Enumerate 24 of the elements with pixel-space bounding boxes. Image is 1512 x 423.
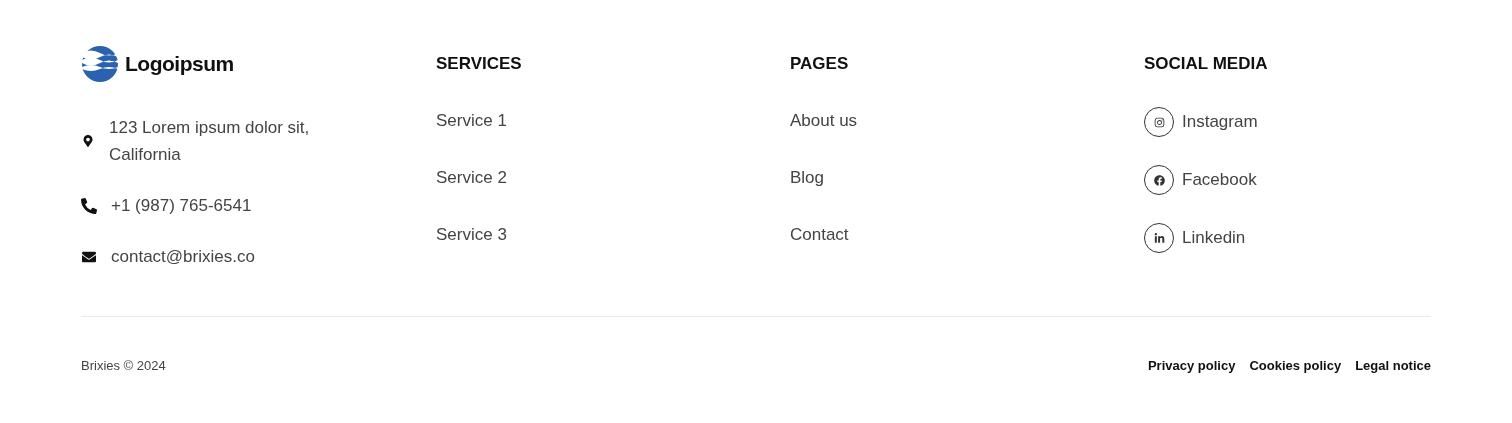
copyright-text: Brixies © 2024 bbox=[81, 357, 166, 373]
footer-link[interactable]: Service 1 bbox=[436, 107, 507, 134]
envelope-icon bbox=[81, 249, 97, 264]
footer-link[interactable]: Blog bbox=[790, 164, 825, 191]
legal-link[interactable]: Legal notice bbox=[1355, 357, 1431, 373]
footer-link[interactable]: Service 2 bbox=[436, 164, 507, 191]
social-link[interactable]: Instagram bbox=[1182, 112, 1258, 132]
social-link[interactable]: Linkedin bbox=[1182, 228, 1246, 248]
logo-wordmark: Logoipsum bbox=[125, 52, 234, 76]
legal-link[interactable]: Cookies policy bbox=[1249, 357, 1342, 373]
footer-link[interactable]: About us bbox=[790, 107, 858, 134]
legal-link[interactable]: Privacy policy bbox=[1147, 357, 1236, 373]
column-heading: SOCIAL MEDIA bbox=[1144, 53, 1269, 75]
contact-text: 123 Lorem ipsum dolor sit, California bbox=[109, 117, 311, 166]
footer-link[interactable]: Contact bbox=[790, 221, 849, 248]
column-heading: SERVICES bbox=[436, 53, 523, 75]
logo-icon bbox=[81, 45, 119, 83]
location-pin-icon bbox=[81, 135, 95, 147]
column-heading: PAGES bbox=[790, 53, 850, 75]
social-link[interactable]: Facebook bbox=[1182, 170, 1257, 190]
contact-text: +1 (987) 765-6541 bbox=[111, 195, 252, 217]
contact-text: contact@brixies.co bbox=[111, 246, 255, 268]
phone-icon bbox=[81, 197, 97, 214]
footer-link[interactable]: Service 3 bbox=[436, 221, 507, 248]
